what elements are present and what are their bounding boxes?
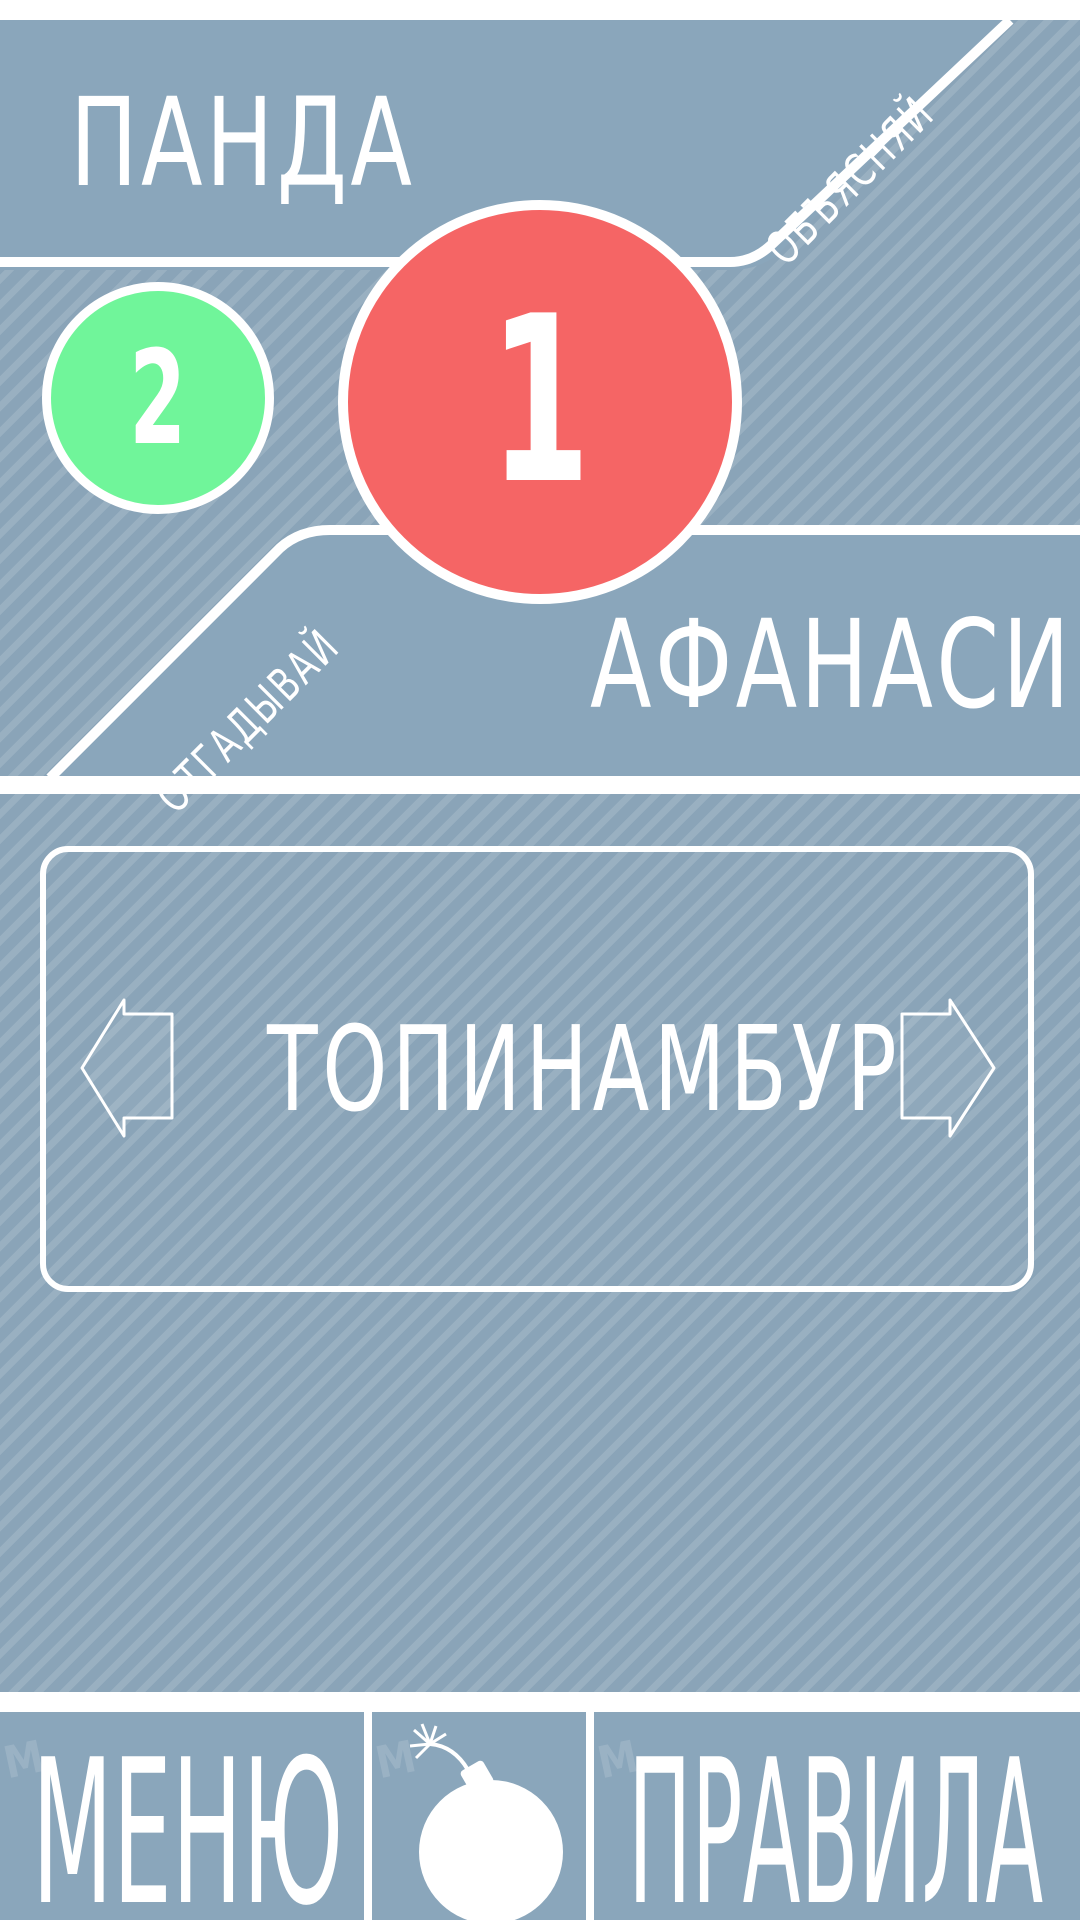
bottom-bar-divider	[0, 1692, 1080, 1712]
main-score-circle: 1	[338, 200, 742, 604]
game-screen: ПАНДА АФАНАСИЙ ОБЪЯСНЯЙ ОТГАДЫВАЙ 2 1 ТО…	[0, 0, 1080, 1920]
top-player-name: ПАНДА	[70, 72, 416, 214]
arrow-left-icon	[80, 998, 174, 1138]
bottom-separator-left	[364, 1712, 372, 1920]
menu-button[interactable]: БУМ МЕНЮ	[0, 1712, 364, 1920]
secondary-score-circle: 2	[42, 282, 274, 514]
bomb-icon	[409, 1723, 563, 1920]
bottom-separator-right	[586, 1712, 594, 1920]
secondary-score-value: 2	[129, 322, 187, 474]
card-prev-arrow[interactable]	[76, 996, 180, 1140]
menu-label: МЕНЮ	[32, 1717, 344, 1920]
rules-label: ПРАВИЛА	[628, 1717, 1044, 1920]
card-next-arrow[interactable]	[898, 996, 1002, 1140]
rules-button[interactable]: БУМ ПРАВИЛА	[594, 1712, 1080, 1920]
card-word: ТОПИНАМБУР	[267, 1000, 902, 1138]
bottom-player-name: АФАНАСИЙ	[590, 594, 1080, 736]
main-score-value: 1	[489, 268, 591, 535]
bomb-button[interactable]: БУМ	[372, 1712, 586, 1920]
arrow-right-icon	[900, 998, 996, 1138]
